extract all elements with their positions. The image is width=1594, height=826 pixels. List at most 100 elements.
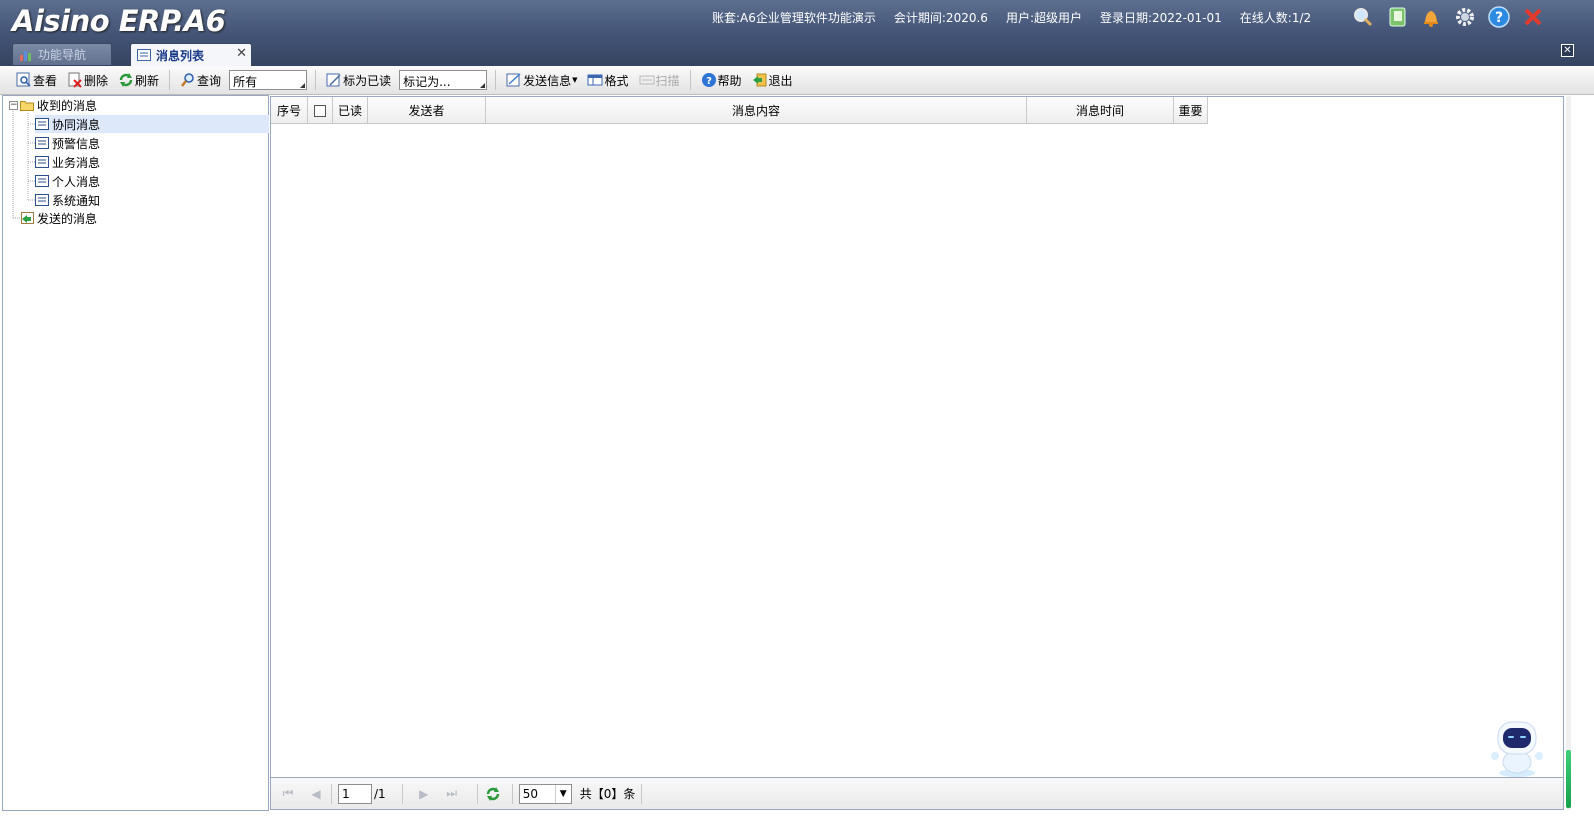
total-count: 共【0】条 bbox=[579, 787, 636, 801]
mark-read-label: 标为已读 bbox=[343, 73, 392, 88]
exit-button[interactable]: 退出 bbox=[750, 69, 795, 91]
list-icon bbox=[137, 49, 151, 61]
last-page-icon[interactable]: ⏭ bbox=[443, 785, 461, 803]
mark-read-button[interactable]: 标为已读 bbox=[324, 69, 393, 91]
prev-page-icon[interactable]: ◀ bbox=[307, 785, 325, 803]
search-icon[interactable] bbox=[1350, 4, 1376, 30]
chevron-down-icon: ▼ bbox=[554, 784, 571, 803]
page-number-input[interactable]: 1 bbox=[338, 783, 372, 804]
tab-label: 消息列表 bbox=[156, 48, 205, 63]
chart-icon bbox=[20, 50, 31, 61]
query-label: 查询 bbox=[197, 73, 222, 88]
first-page-icon[interactable]: ⏮ bbox=[279, 785, 297, 803]
page-size-value: 50 bbox=[522, 786, 538, 801]
tree-collapse-icon[interactable]: − bbox=[9, 101, 18, 110]
scanner-icon bbox=[639, 72, 655, 88]
help-icon[interactable]: ? bbox=[1486, 4, 1512, 30]
tree-node-label: 个人消息 bbox=[52, 174, 101, 189]
tree-node-label: 系统通知 bbox=[52, 193, 101, 208]
notebook-icon[interactable] bbox=[1384, 4, 1410, 30]
refresh-label: 刷新 bbox=[135, 73, 160, 88]
tab-label: 功能导航 bbox=[38, 48, 87, 62]
side-scrollbar[interactable] bbox=[1566, 96, 1571, 810]
user-info: 用户:超级用户 bbox=[1005, 11, 1082, 25]
col-header-select-all[interactable] bbox=[308, 97, 333, 124]
pager-divider bbox=[331, 783, 332, 804]
tree-node-personal[interactable]: 个人消息 bbox=[35, 172, 100, 190]
svg-text:?: ? bbox=[1495, 10, 1503, 26]
filter-select[interactable]: 所有 bbox=[229, 70, 308, 90]
dropdown-arrow-icon: ▼ bbox=[572, 76, 578, 84]
col-header-sender[interactable]: 发送者 bbox=[368, 97, 486, 124]
scan-label: 扫描 bbox=[655, 73, 680, 88]
message-list-icon bbox=[35, 194, 49, 206]
view-label: 查看 bbox=[33, 73, 58, 88]
tree-node-label: 发送的消息 bbox=[37, 211, 98, 226]
tree-node-sent[interactable]: 发送的消息 bbox=[20, 209, 97, 227]
grid-header: 序号 已读 发送者 消息内容 消息时间 重要 bbox=[271, 97, 1208, 124]
select-all-checkbox[interactable] bbox=[314, 104, 326, 117]
tab-function-nav[interactable]: 功能导航 bbox=[12, 43, 112, 65]
tree-node-label: 业务消息 bbox=[52, 155, 101, 170]
view-icon bbox=[16, 72, 32, 88]
page-size-select[interactable]: 50 ▼ bbox=[518, 783, 572, 804]
tab-message-list[interactable]: 消息列表 ✕ bbox=[130, 43, 252, 66]
magnifier-icon bbox=[180, 72, 196, 88]
main-toolbar: 查看 删除 刷新 查询 所有 标为已读 标记为... 发送信息 ▼ 格式 扫描 … bbox=[0, 66, 1594, 95]
message-list-icon bbox=[35, 137, 49, 149]
toolbar-divider bbox=[169, 70, 171, 90]
send-message-label: 发送信息 bbox=[523, 73, 572, 88]
refresh-button[interactable]: 刷新 bbox=[116, 69, 161, 91]
assistant-robot-icon[interactable] bbox=[1488, 718, 1546, 778]
bell-icon[interactable] bbox=[1418, 4, 1444, 30]
message-folder-tree: − 收到的消息 协同消息 预警信息 业务消息 个人消息 系统通知 发送的消息 bbox=[2, 95, 269, 811]
format-button[interactable]: 格式 bbox=[585, 69, 630, 91]
help-label: 帮助 bbox=[717, 73, 742, 88]
window-close-icon[interactable]: ✕ bbox=[1561, 44, 1574, 57]
gear-icon[interactable] bbox=[1452, 4, 1478, 30]
query-button[interactable]: 查询 bbox=[178, 69, 223, 91]
online-count-info: 在线人数:1/2 bbox=[1239, 11, 1312, 25]
refresh-icon bbox=[118, 72, 134, 88]
sent-message-icon bbox=[21, 212, 34, 224]
total-pages: /1 bbox=[374, 786, 386, 801]
col-header-read[interactable]: 已读 bbox=[333, 97, 368, 124]
col-header-time[interactable]: 消息时间 bbox=[1027, 97, 1174, 124]
mark-read-icon bbox=[326, 72, 342, 88]
pager-refresh-icon[interactable] bbox=[484, 785, 502, 803]
col-header-content[interactable]: 消息内容 bbox=[486, 97, 1027, 124]
scan-button[interactable]: 扫描 bbox=[637, 69, 682, 91]
tree-node-system[interactable]: 系统通知 bbox=[35, 191, 100, 209]
help-button[interactable]: ? 帮助 bbox=[699, 69, 744, 91]
delete-button[interactable]: 删除 bbox=[65, 69, 110, 91]
mark-as-select[interactable]: 标记为... bbox=[399, 70, 488, 90]
period-info: 会计期间:2020.6 bbox=[893, 11, 988, 25]
pager-divider bbox=[641, 783, 643, 804]
tree-node-business[interactable]: 业务消息 bbox=[35, 153, 100, 171]
exit-icon bbox=[752, 72, 768, 88]
next-page-icon[interactable]: ▶ bbox=[415, 785, 433, 803]
message-list-icon bbox=[35, 175, 49, 187]
grid-format-icon bbox=[587, 72, 603, 88]
toolbar-divider bbox=[495, 70, 497, 90]
pager-divider bbox=[401, 783, 403, 804]
tab-close-icon[interactable]: ✕ bbox=[236, 46, 247, 61]
tree-node-label: 协同消息 bbox=[52, 117, 101, 132]
close-icon[interactable] bbox=[1520, 4, 1546, 30]
tree-node-collab[interactable]: 协同消息 bbox=[35, 115, 269, 133]
view-button[interactable]: 查看 bbox=[14, 69, 59, 91]
exit-label: 退出 bbox=[768, 73, 793, 88]
send-message-button[interactable]: 发送信息 ▼ bbox=[504, 69, 579, 91]
tree-node-alert[interactable]: 预警信息 bbox=[35, 134, 100, 152]
col-header-important[interactable]: 重要 bbox=[1174, 97, 1208, 124]
help-circle-icon: ? bbox=[701, 72, 717, 88]
message-list-icon bbox=[35, 156, 49, 168]
col-header-index[interactable]: 序号 bbox=[271, 97, 308, 124]
toolbar-divider bbox=[689, 70, 691, 90]
message-list-icon bbox=[35, 118, 49, 130]
scrollbar-thumb[interactable] bbox=[1566, 750, 1571, 808]
send-message-icon bbox=[506, 72, 522, 88]
tree-node-received[interactable]: 收到的消息 bbox=[20, 96, 97, 114]
login-date-info: 登录日期:2022-01-01 bbox=[1099, 11, 1222, 25]
tab-bar: 功能导航 消息列表 ✕ bbox=[12, 43, 270, 66]
